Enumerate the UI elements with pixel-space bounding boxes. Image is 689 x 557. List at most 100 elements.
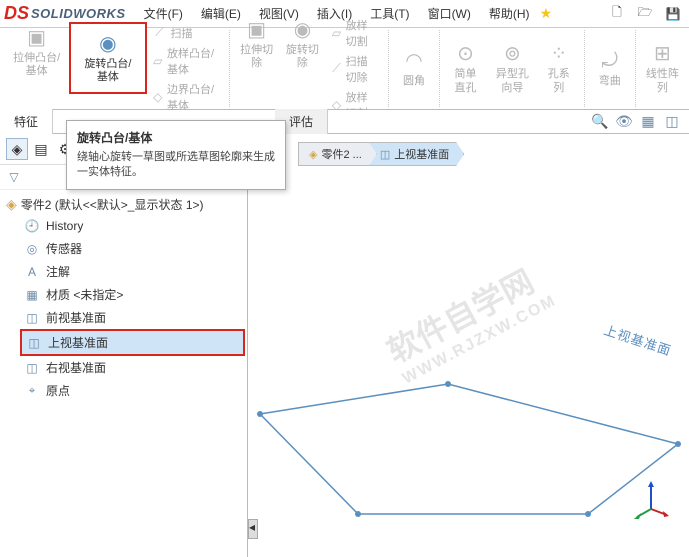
material-icon: ▦: [24, 287, 40, 303]
appearance-icon[interactable]: ◫: [663, 113, 681, 131]
tree-item[interactable]: ◫ 右视基准面: [20, 356, 245, 379]
menu-window[interactable]: 窗口(W): [420, 1, 479, 26]
tooltip-desc: 绕轴心旋转一草图或所选草图轮廓来生成一实体特征。: [77, 150, 275, 181]
revolve-icon: ◉: [99, 32, 116, 56]
ribbon-sublist-cut: ▱放样切割 ⟋扫描切除 ◇放样切割: [325, 14, 384, 124]
loft-boss-button[interactable]: ▱放样凸台/基体: [151, 44, 221, 78]
plane-outline: [248, 134, 689, 557]
tree-item-label: 上视基准面: [48, 334, 108, 351]
tree-item[interactable]: ▦ 材质 <未指定>: [20, 283, 245, 306]
tree-item[interactable]: ◎ 传感器: [20, 237, 245, 260]
tree-item[interactable]: ⌖ 原点: [20, 379, 245, 402]
plane-icon: ◫: [380, 149, 390, 161]
tree-item-label: 原点: [46, 382, 70, 399]
tree-item[interactable]: ◫ 上视基准面: [20, 329, 245, 356]
filter-icon[interactable]: ▽: [6, 169, 22, 185]
plane-icon: ◫: [24, 310, 40, 326]
tabbar-right: 🔍 👁 ▦ ◫: [591, 113, 689, 131]
extrude-cut-button[interactable]: ▣ 拉伸切除: [234, 14, 280, 74]
star-icon[interactable]: ★: [540, 5, 553, 22]
ribbon-group-cut: ▣ 拉伸切除 ◉ 旋转切除 ▱放样切割 ⟋扫描切除 ◇放样切割: [230, 30, 389, 107]
ribbon-group-features: ▣ 拉伸凸台/基体 ◉ 旋转凸台/基体 ⟋扫描 ▱放样凸台/基体 ◇边界凸台/基…: [0, 30, 230, 107]
extrude-label: 拉伸凸台/基体: [10, 52, 63, 78]
annotation-icon: A: [24, 264, 40, 280]
main-area: ◈ ▤ ⚙ ◱ ▸ ▽ ◈ 零件2 (默认<<默认>_显示状态 1>) 🕘His…: [0, 134, 689, 557]
hole-wizard-icon: ⊚: [504, 42, 521, 66]
ribbon-sublist-boss: ⟋扫描 ▱放样凸台/基体 ◇边界凸台/基体: [147, 22, 225, 116]
new-file-icon[interactable]: 🗋: [605, 2, 629, 26]
sweep-button[interactable]: ⟋扫描: [151, 24, 221, 42]
feature-tree-sidebar: ◈ ▤ ⚙ ◱ ▸ ▽ ◈ 零件2 (默认<<默认>_显示状态 1>) 🕘His…: [0, 134, 248, 557]
tree-item[interactable]: ◫ 前视基准面: [20, 306, 245, 329]
simple-hole-icon: ⊙: [457, 42, 474, 66]
simple-hole-button[interactable]: ⊙ 简单直孔: [444, 38, 487, 98]
sweep-cut-button[interactable]: ⟋扫描切除: [329, 52, 380, 86]
app-logo-text: SOLIDWORKS: [31, 6, 126, 21]
history-icon: 🕘: [24, 218, 40, 234]
plane-icon: ◫: [26, 335, 42, 351]
view-triad: [631, 479, 671, 519]
tree-item-label: History: [46, 219, 83, 233]
sweep-cut-icon: ⟋: [331, 62, 341, 76]
breadcrumb-root[interactable]: ◈零件2 ...: [298, 142, 377, 166]
linear-pattern-icon: ⊞: [654, 42, 671, 66]
wrap-button[interactable]: ⤾ 弯曲: [589, 45, 631, 92]
part-icon: ◈: [309, 149, 317, 161]
search-icon[interactable]: 🔍: [591, 113, 609, 131]
tree-item[interactable]: A 注解: [20, 260, 245, 283]
feature-tree: ◈ 零件2 (默认<<默认>_显示状态 1>) 🕘 History ◎ 传感器 A 注解 ▦…: [0, 190, 247, 557]
extrude-boss-button[interactable]: ▣ 拉伸凸台/基体: [4, 22, 69, 82]
tooltip-title: 旋转凸台/基体: [77, 129, 275, 146]
property-manager-tab-icon[interactable]: ▤: [30, 138, 52, 160]
feature-manager-tab-icon[interactable]: ◈: [6, 138, 28, 160]
part-icon: ◈: [6, 196, 17, 213]
plane-label: 上视基准面: [602, 320, 674, 360]
save-file-icon[interactable]: 💾: [661, 2, 685, 26]
fillet-button[interactable]: ◠ 圆角: [393, 45, 435, 92]
menubar-right: 🗋 🗁 💾: [605, 2, 685, 26]
ribbon: ▣ 拉伸凸台/基体 ◉ 旋转凸台/基体 ⟋扫描 ▱放样凸台/基体 ◇边界凸台/基…: [0, 28, 689, 110]
hole-wizard-button[interactable]: ⊚ 异型孔向导: [487, 38, 538, 98]
plane-icon: ◫: [24, 360, 40, 376]
boundary-icon: ◇: [153, 90, 163, 104]
loft-cut-icon: ▱: [331, 26, 341, 40]
extrude-icon: ▣: [27, 26, 46, 50]
tree-root-label: 零件2 (默认<<默认>_显示状态 1>): [21, 196, 204, 213]
splitter-handle[interactable]: ◂: [248, 519, 258, 539]
revolve-cut-button[interactable]: ◉ 旋转切除: [280, 14, 326, 74]
watermark: 软件自学网 WWW.RJZXW.COM: [378, 252, 560, 389]
ribbon-group-hole: ⊙ 简单直孔 ⊚ 异型孔向导 ⁘ 孔系列: [440, 30, 585, 107]
tab-feature[interactable]: 特征: [0, 109, 53, 136]
menu-help[interactable]: 帮助(H): [481, 1, 538, 26]
ribbon-group-pattern: ⊞ 线性阵列: [636, 30, 689, 107]
revolve-label: 旋转凸台/基体: [81, 58, 134, 84]
tree-children: 🕘History◎传感器A注解▦材质 <未指定>◫前视基准面◫上视基准面◫右视基…: [2, 215, 245, 402]
tree-item[interactable]: 🕘 History: [20, 215, 245, 237]
tree-item-label: 材质 <未指定>: [46, 286, 123, 303]
tree-item-label: 注解: [46, 263, 70, 280]
open-file-icon[interactable]: 🗁: [633, 2, 657, 26]
hole-series-icon: ⁘: [550, 42, 567, 66]
extrude-cut-icon: ▣: [247, 18, 266, 42]
visibility-icon[interactable]: 👁: [615, 113, 633, 131]
hole-series-button[interactable]: ⁘ 孔系列: [538, 38, 580, 98]
origin-icon: ⌖: [24, 383, 40, 399]
boundary-boss-button[interactable]: ◇边界凸台/基体: [151, 80, 221, 114]
ribbon-group-fillet: ◠ 圆角: [389, 30, 440, 107]
tree-root[interactable]: ◈ 零件2 (默认<<默认>_显示状态 1>): [2, 194, 245, 215]
loft-cut-button[interactable]: ▱放样切割: [329, 16, 380, 50]
tree-item-label: 前视基准面: [46, 309, 106, 326]
tree-item-label: 传感器: [46, 240, 82, 257]
tree-item-label: 右视基准面: [46, 359, 106, 376]
sensor-icon: ◎: [24, 241, 40, 257]
fillet-icon: ◠: [405, 49, 422, 73]
breadcrumb-plane[interactable]: ◫上视基准面: [369, 142, 464, 166]
wrap-icon: ⤾: [601, 49, 618, 73]
breadcrumb: ◈零件2 ... ◫上视基准面: [298, 142, 464, 166]
revolve-boss-button[interactable]: ◉ 旋转凸台/基体: [69, 22, 146, 94]
linear-pattern-button[interactable]: ⊞ 线性阵列: [640, 38, 685, 98]
loft-icon: ▱: [153, 54, 163, 68]
tooltip-revolve: 旋转凸台/基体 绕轴心旋转一草图或所选草图轮廓来生成一实体特征。: [66, 120, 286, 190]
graphics-viewport[interactable]: ◈零件2 ... ◫上视基准面 软件自学网 WWW.RJZXW.COM 上视基准…: [248, 134, 689, 557]
display-icon[interactable]: ▦: [639, 113, 657, 131]
